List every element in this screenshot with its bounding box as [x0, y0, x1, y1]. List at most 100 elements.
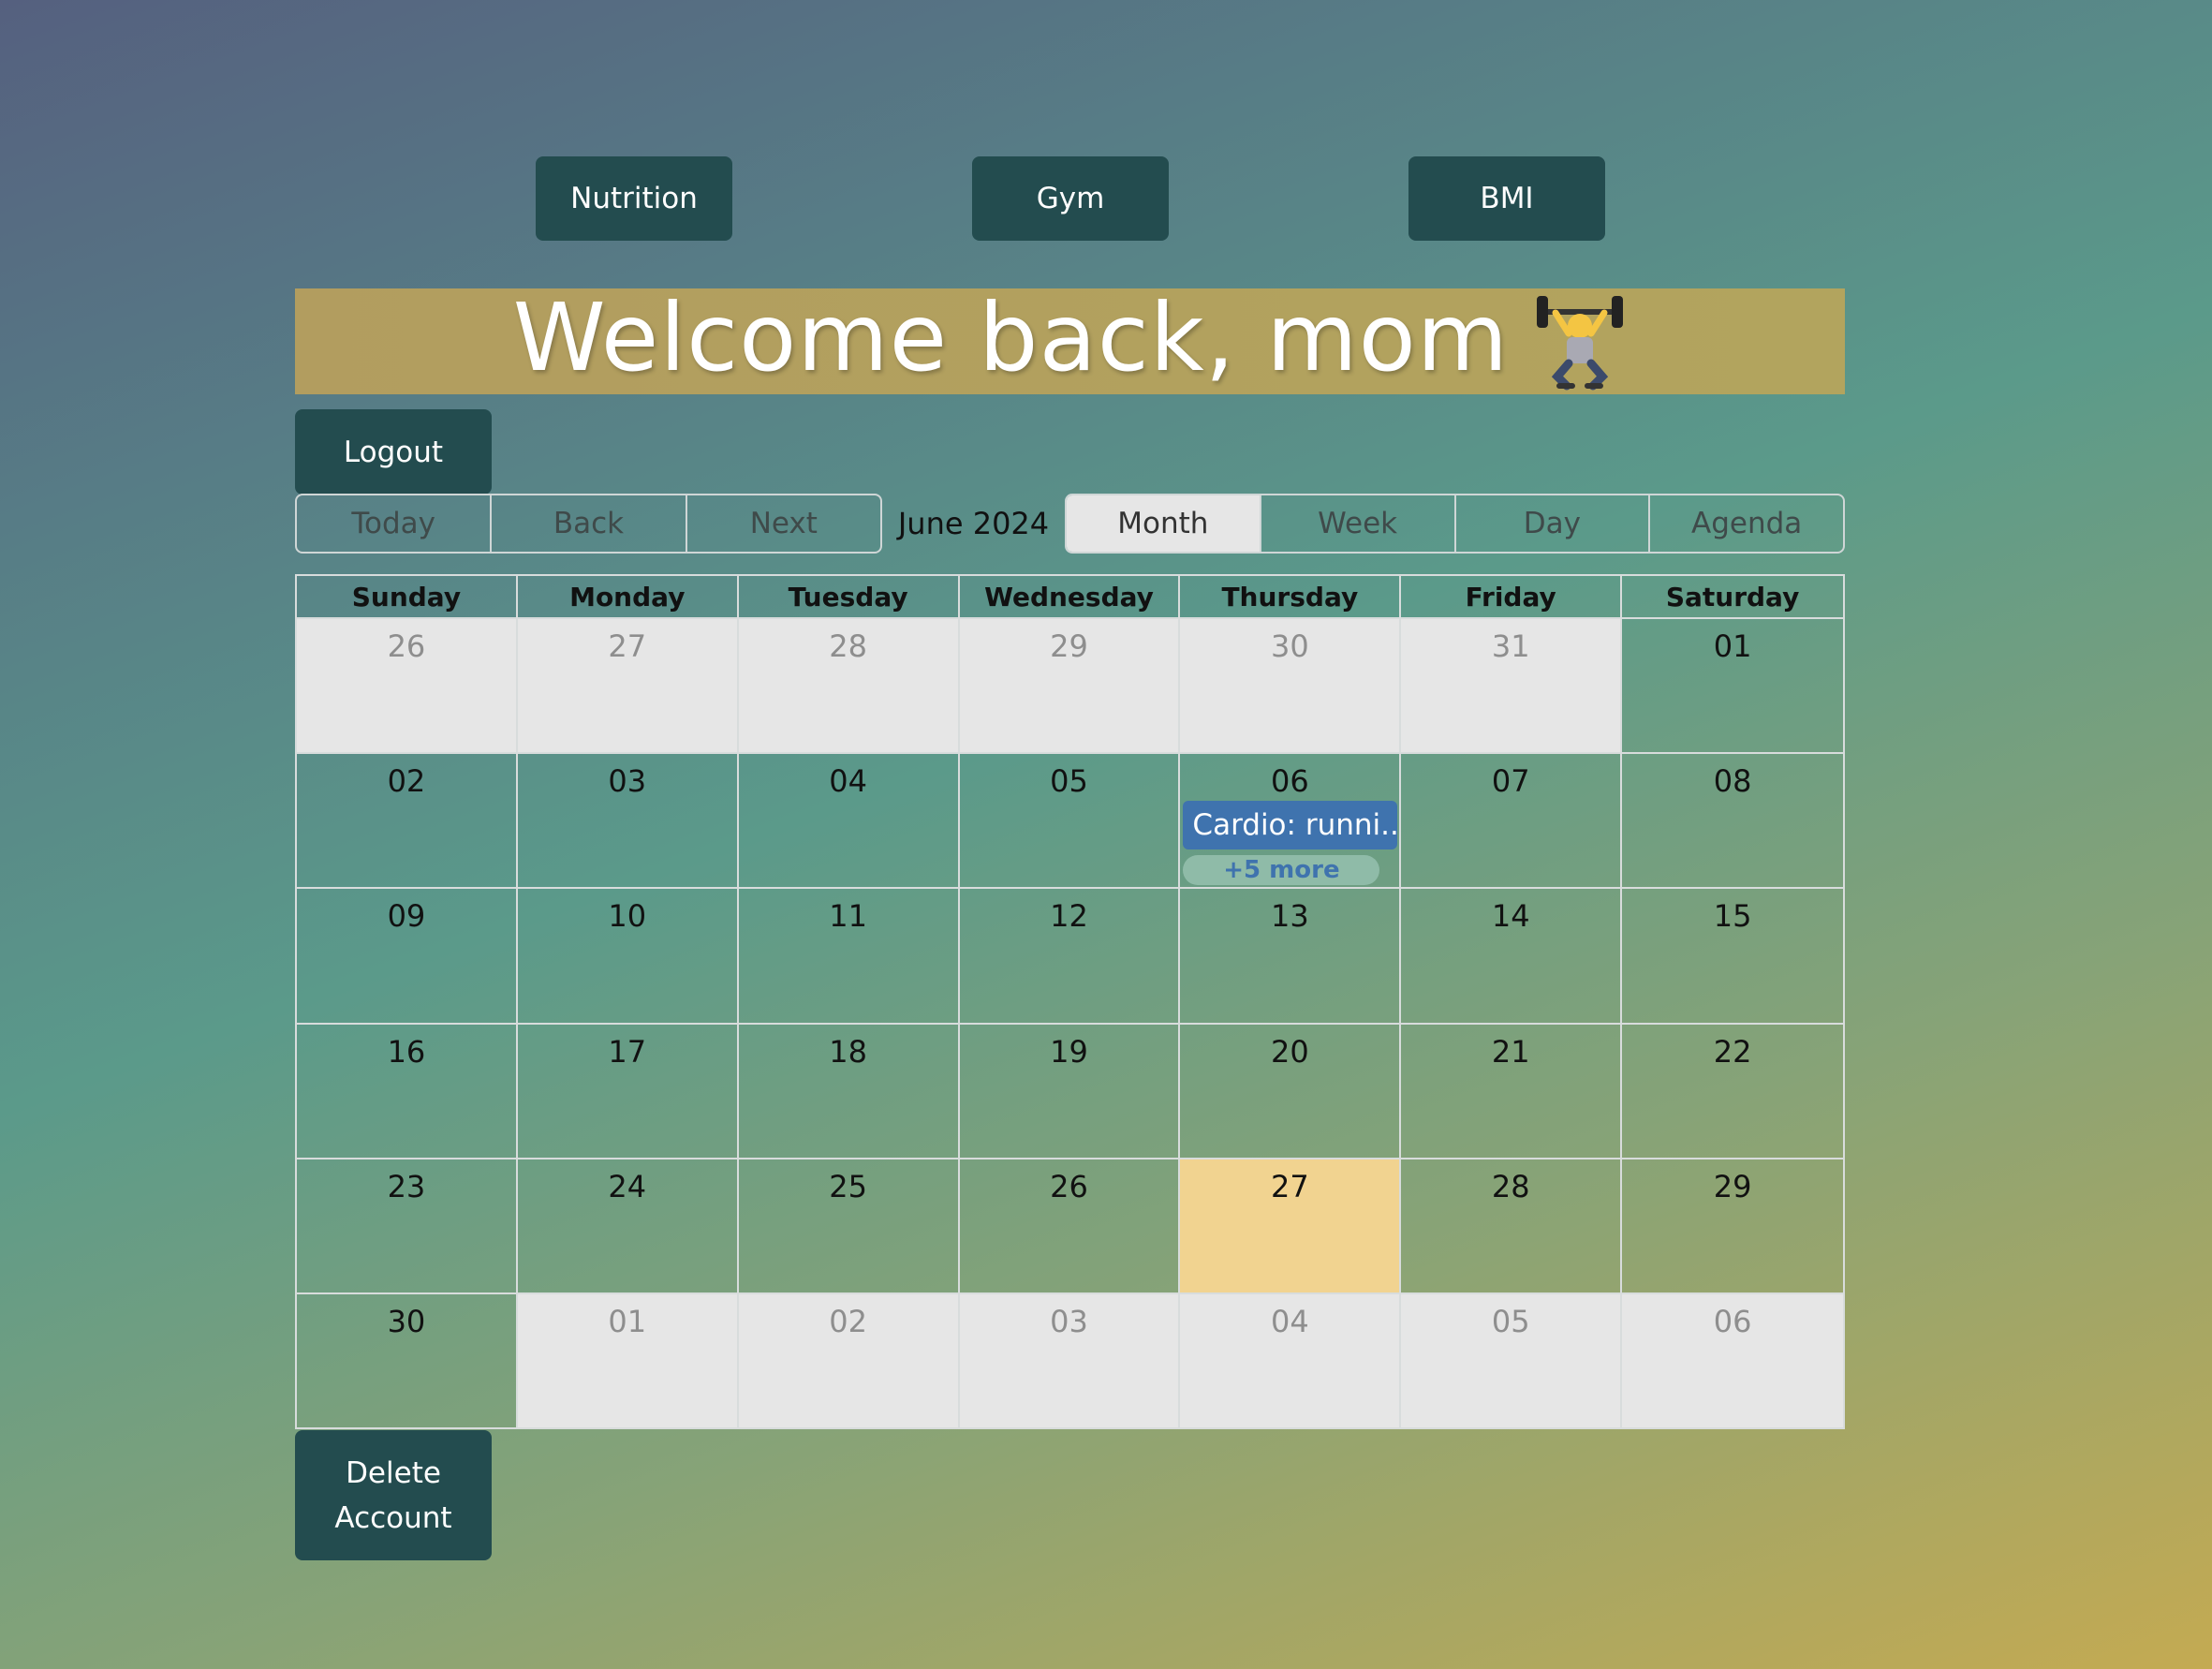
view-month-button[interactable]: Month — [1067, 495, 1261, 552]
day-cell[interactable]: 13 — [1180, 887, 1402, 1023]
day-cell[interactable]: 25 — [738, 1157, 960, 1292]
delete-account-button[interactable]: Delete Account — [295, 1430, 492, 1560]
day-cell[interactable]: 21 — [1401, 1022, 1623, 1158]
day-cell[interactable]: 05 — [959, 752, 1181, 888]
day-cell[interactable]: 12 — [959, 887, 1181, 1023]
day-cell[interactable]: 14 — [1401, 887, 1623, 1023]
day-cell[interactable]: 24 — [517, 1157, 739, 1292]
calendar-event[interactable]: Cardio: runni... — [1183, 801, 1398, 850]
bmi-button[interactable]: BMI — [1408, 156, 1605, 241]
day-number: 30 — [387, 1303, 426, 1339]
gym-button[interactable]: Gym — [972, 156, 1169, 241]
day-cell[interactable]: 05 — [1401, 1292, 1623, 1427]
day-cell[interactable]: 06 — [1622, 1292, 1843, 1427]
next-button[interactable]: Next — [687, 495, 880, 552]
weekday-header: Sunday Monday Tuesday Wednesday Thursday… — [297, 576, 1843, 617]
day-cell[interactable]: 23 — [297, 1157, 518, 1292]
day-cell[interactable]: 16 — [297, 1022, 518, 1158]
weekday-label: Sunday — [297, 576, 518, 617]
day-number: 14 — [1491, 898, 1530, 935]
day-number: 21 — [1491, 1033, 1530, 1070]
day-number: 02 — [387, 763, 426, 800]
day-cell[interactable]: 26 — [297, 617, 518, 753]
day-number: 30 — [1270, 628, 1309, 664]
day-cell[interactable]: 08 — [1622, 752, 1843, 887]
day-cell[interactable]: 20 — [1180, 1022, 1402, 1158]
calendar-nav-group: Today Back Next — [295, 494, 882, 554]
day-cell[interactable]: 26 — [959, 1157, 1181, 1292]
weekday-label: Wednesday — [960, 576, 1181, 617]
day-cell[interactable]: 07 — [1401, 752, 1623, 888]
weekday-label: Tuesday — [739, 576, 960, 617]
day-number: 19 — [1050, 1033, 1088, 1070]
day-cell[interactable]: 22 — [1622, 1022, 1843, 1158]
day-number: 25 — [829, 1168, 867, 1204]
weekday-label: Monday — [518, 576, 739, 617]
day-cell[interactable]: 30 — [1180, 617, 1402, 753]
day-cell[interactable]: 03 — [517, 752, 739, 888]
day-number: 03 — [1050, 1303, 1088, 1339]
day-number: 17 — [608, 1033, 647, 1070]
day-number: 04 — [1270, 1303, 1309, 1339]
day-number: 06 — [1713, 1303, 1752, 1339]
day-cell[interactable]: 04 — [1180, 1292, 1402, 1427]
day-number: 12 — [1050, 898, 1088, 935]
day-number: 28 — [1491, 1168, 1530, 1204]
day-cell[interactable]: 03 — [959, 1292, 1181, 1427]
welcome-title: Welcome back, mom — [512, 283, 1510, 392]
day-number: 09 — [387, 898, 426, 935]
day-cell[interactable]: 29 — [1622, 1157, 1843, 1292]
day-cell[interactable]: 06 Cardio: runni... +5 more — [1180, 752, 1402, 888]
today-button[interactable]: Today — [297, 495, 493, 552]
day-number: 20 — [1270, 1033, 1309, 1070]
weekday-label: Thursday — [1180, 576, 1402, 617]
day-cell[interactable]: 01 — [1622, 617, 1843, 752]
day-number: 18 — [829, 1033, 867, 1070]
day-number: 27 — [608, 628, 647, 664]
day-cell[interactable]: 10 — [517, 887, 739, 1023]
day-number: 10 — [608, 898, 647, 935]
day-cell[interactable]: 28 — [1401, 1157, 1623, 1292]
day-number: 27 — [1270, 1168, 1309, 1204]
day-cell[interactable]: 29 — [959, 617, 1181, 753]
nutrition-button[interactable]: Nutrition — [536, 156, 732, 241]
day-cell[interactable]: 28 — [738, 617, 960, 753]
day-number: 22 — [1713, 1033, 1752, 1070]
current-month-label: June 2024 — [897, 506, 1050, 541]
view-agenda-button[interactable]: Agenda — [1650, 495, 1843, 552]
day-cell[interactable]: 02 — [738, 1292, 960, 1427]
day-number: 06 — [1270, 763, 1309, 800]
show-more-link[interactable]: +5 more — [1183, 855, 1380, 886]
day-number: 29 — [1713, 1168, 1752, 1204]
day-number: 02 — [829, 1303, 867, 1339]
weekday-label: Friday — [1401, 576, 1623, 617]
view-switcher: Month Week Day Agenda — [1065, 494, 1845, 554]
day-number: 24 — [608, 1168, 647, 1204]
day-cell[interactable]: 27 — [517, 617, 739, 753]
day-number: 13 — [1270, 898, 1309, 935]
welcome-banner: Welcome back, mom — [295, 283, 1845, 394]
logout-button[interactable]: Logout — [295, 409, 492, 495]
day-cell[interactable]: 15 — [1622, 887, 1843, 1022]
day-cell[interactable]: 31 — [1401, 617, 1623, 753]
day-cell[interactable]: 09 — [297, 887, 518, 1023]
day-cell[interactable]: 11 — [738, 887, 960, 1023]
day-cell[interactable]: 30 — [297, 1292, 518, 1427]
day-number: 03 — [608, 763, 647, 800]
day-number: 04 — [829, 763, 867, 800]
view-week-button[interactable]: Week — [1261, 495, 1456, 552]
day-number: 05 — [1050, 763, 1088, 800]
day-cell[interactable]: 02 — [297, 752, 518, 888]
day-cell[interactable]: 19 — [959, 1022, 1181, 1158]
day-cell[interactable]: 01 — [517, 1292, 739, 1427]
back-button[interactable]: Back — [492, 495, 687, 552]
weightlifter-icon — [1533, 292, 1627, 391]
day-cell[interactable]: 18 — [738, 1022, 960, 1158]
view-day-button[interactable]: Day — [1456, 495, 1651, 552]
weekday-label: Saturday — [1665, 581, 1800, 613]
month-calendar: Sunday Monday Tuesday Wednesday Thursday… — [295, 574, 1845, 1429]
day-number: 01 — [1713, 628, 1752, 664]
day-cell[interactable]: 04 — [738, 752, 960, 888]
today-cell[interactable]: 27 — [1180, 1157, 1402, 1292]
day-cell[interactable]: 17 — [517, 1022, 739, 1158]
